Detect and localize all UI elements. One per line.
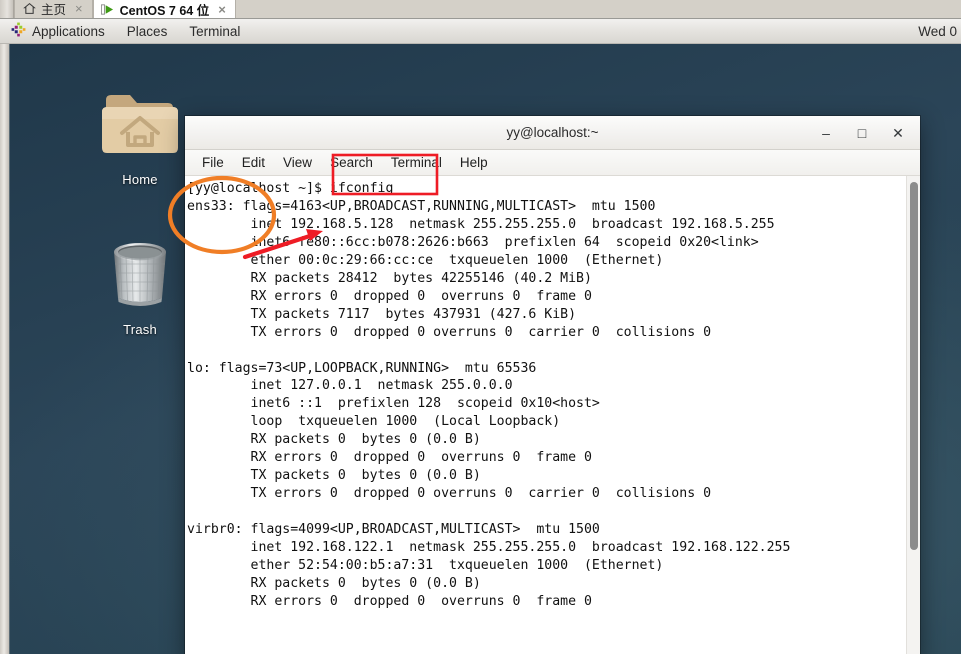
menu-item-edit[interactable]: Edit (233, 150, 274, 176)
gnome-top-panel: Applications Places Terminal Wed 0 (0, 19, 961, 44)
panel-places-menu[interactable]: Places (116, 19, 179, 44)
vmware-workstation-screen: 主页 × CentOS 7 64 位 × Applications Places… (0, 0, 961, 654)
vmware-tab-strip: 主页 × CentOS 7 64 位 × (0, 0, 961, 19)
window-controls: – □ ✕ (818, 116, 912, 150)
vmware-tab-centos[interactable]: CentOS 7 64 位 × (92, 0, 236, 18)
maximize-icon[interactable]: □ (854, 125, 870, 141)
panel-places-label: Places (126, 23, 168, 39)
panel-terminal-window-item[interactable]: Terminal (178, 19, 251, 44)
menu-item-terminal[interactable]: Terminal (382, 150, 451, 176)
vmware-tab-centos-label: CentOS 7 64 位 (119, 3, 210, 18)
trash-bin-icon (98, 236, 182, 317)
vmware-left-rail (0, 0, 14, 18)
minimize-icon[interactable]: – (818, 125, 834, 141)
menu-item-search[interactable]: Search (321, 150, 382, 176)
close-icon[interactable]: ✕ (890, 125, 906, 141)
desktop-icon-trash-label: Trash (123, 322, 157, 337)
panel-clock[interactable]: Wed 0 (907, 19, 961, 44)
menu-item-help[interactable]: Help (451, 150, 497, 176)
terminal-body[interactable]: [yy@localhost ~]$ ifconfig ens33: flags=… (185, 176, 920, 654)
menu-item-file[interactable]: File (193, 150, 233, 176)
home-icon (22, 2, 36, 16)
vmware-left-strip (0, 44, 10, 654)
centos-logo-icon (11, 22, 26, 40)
terminal-scrollbar-thumb[interactable] (910, 182, 918, 550)
close-icon[interactable]: × (218, 3, 226, 16)
panel-clock-label: Wed 0 (918, 23, 957, 39)
vmware-tab-home-label: 主页 (41, 3, 67, 17)
play-icon (100, 2, 115, 16)
vmware-tab-home[interactable]: 主页 × (14, 0, 93, 18)
desktop-icon-home-label: Home (122, 172, 158, 187)
vmware-tabstrip-filler (235, 0, 961, 18)
terminal-menubar: File Edit View Search Terminal Help (185, 150, 920, 176)
panel-terminal-label: Terminal (189, 23, 241, 39)
close-icon[interactable]: × (75, 2, 83, 15)
menu-item-view[interactable]: View (274, 150, 321, 176)
panel-applications-menu[interactable]: Applications (0, 19, 116, 44)
desktop-icon-home[interactable]: Home (88, 86, 192, 187)
terminal-title: yy@localhost:~ (506, 125, 599, 140)
desktop-icon-trash[interactable]: Trash (88, 236, 192, 337)
terminal-titlebar[interactable]: yy@localhost:~ – □ ✕ (185, 116, 920, 150)
panel-applications-label: Applications (32, 23, 105, 39)
home-folder-icon (96, 86, 184, 167)
terminal-output[interactable]: [yy@localhost ~]$ ifconfig ens33: flags=… (185, 176, 906, 654)
gnome-desktop[interactable]: Home Trash yy@localhost:~ – □ ✕ File Edi… (0, 44, 961, 654)
terminal-window[interactable]: yy@localhost:~ – □ ✕ File Edit View Sear… (185, 116, 920, 654)
terminal-scrollbar[interactable] (906, 176, 920, 654)
